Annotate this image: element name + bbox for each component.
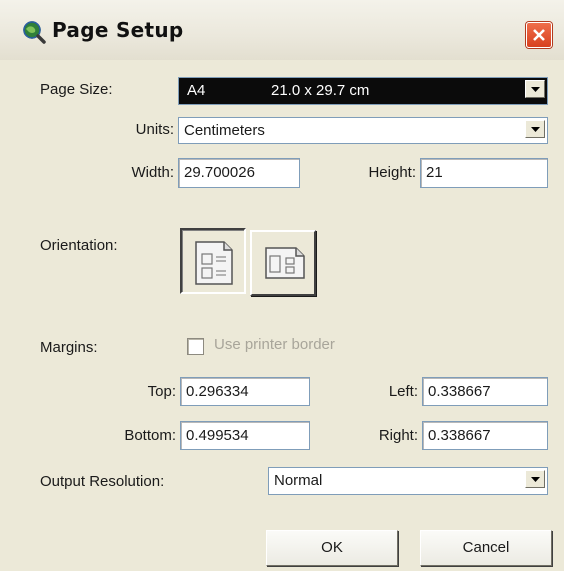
top-margin-field[interactable]: 0.296334 bbox=[180, 377, 310, 406]
globe-magnifier-icon bbox=[22, 20, 46, 44]
page-size-name: A4 bbox=[187, 82, 206, 99]
close-button[interactable] bbox=[526, 22, 552, 48]
title-bar[interactable]: Page Setup bbox=[0, 0, 564, 60]
width-label: Width: bbox=[131, 164, 174, 181]
output-resolution-dropdown-button[interactable] bbox=[525, 470, 545, 488]
orientation-label: Orientation: bbox=[40, 237, 118, 254]
chevron-down-icon bbox=[531, 87, 540, 92]
portrait-icon bbox=[195, 241, 233, 285]
landscape-icon bbox=[265, 247, 305, 279]
right-margin-field[interactable]: 0.338667 bbox=[422, 421, 548, 450]
top-margin-label: Top: bbox=[147, 383, 176, 400]
chevron-down-icon bbox=[531, 477, 540, 482]
bottom-margin-field[interactable]: 0.499534 bbox=[180, 421, 310, 450]
units-label: Units: bbox=[135, 121, 174, 138]
height-field[interactable]: 21 bbox=[420, 158, 548, 188]
units-value: Centimeters bbox=[184, 122, 265, 139]
margins-label: Margins: bbox=[40, 339, 98, 356]
landscape-button[interactable] bbox=[250, 230, 316, 296]
left-margin-field[interactable]: 0.338667 bbox=[422, 377, 548, 406]
chevron-down-icon bbox=[531, 127, 540, 132]
output-resolution-label: Output Resolution: bbox=[40, 473, 165, 490]
use-printer-border-checkbox[interactable] bbox=[187, 338, 204, 355]
bottom-margin-label: Bottom: bbox=[124, 427, 176, 444]
units-select[interactable]: Centimeters bbox=[178, 117, 548, 144]
output-resolution-select[interactable]: Normal bbox=[268, 467, 548, 495]
window-title: Page Setup bbox=[52, 18, 184, 42]
right-margin-label: Right: bbox=[378, 427, 418, 444]
page-size-label: Page Size: bbox=[40, 81, 113, 98]
page-setup-dialog: Page Setup Page Size: A4 21.0 x 29.7 cm … bbox=[0, 0, 564, 571]
units-dropdown-button[interactable] bbox=[525, 120, 545, 138]
page-size-dimensions: 21.0 x 29.7 cm bbox=[271, 82, 370, 99]
width-field[interactable]: 29.700026 bbox=[178, 158, 300, 188]
left-margin-label: Left: bbox=[388, 383, 418, 400]
height-label: Height: bbox=[368, 164, 416, 181]
page-size-dropdown-button[interactable] bbox=[525, 80, 545, 98]
portrait-button[interactable] bbox=[180, 228, 246, 294]
cancel-button[interactable]: Cancel bbox=[420, 530, 552, 566]
page-size-select[interactable]: A4 21.0 x 29.7 cm bbox=[178, 77, 548, 105]
close-icon bbox=[533, 29, 545, 41]
use-printer-border-label: Use printer border bbox=[214, 336, 335, 353]
output-resolution-value: Normal bbox=[274, 472, 323, 489]
ok-button[interactable]: OK bbox=[266, 530, 398, 566]
